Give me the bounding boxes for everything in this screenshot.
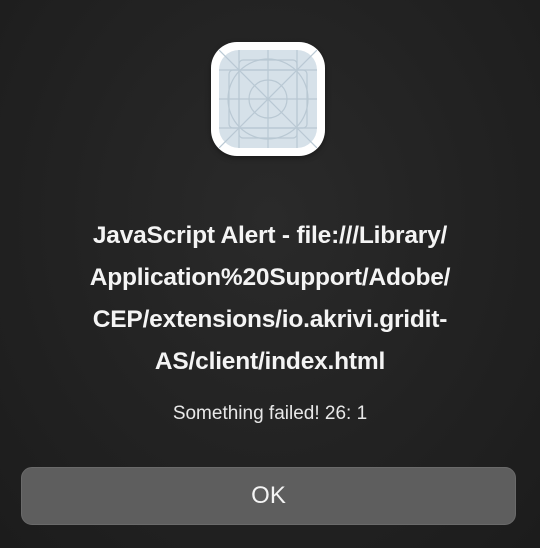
alert-message: Something failed! 26: 1 xyxy=(172,403,368,424)
generic-app-icon xyxy=(211,42,325,156)
alert-dialog: JavaScript Alert - file:///Library/ Appl… xyxy=(0,0,540,548)
alert-title-line: CEP/extensions/io.akrivi.gridit- xyxy=(92,306,448,333)
app-icon-template-graphic xyxy=(219,50,317,148)
alert-title: JavaScript Alert - file:///Library/ Appl… xyxy=(20,215,520,383)
alert-title-line: Application%20Support/Adobe/ xyxy=(89,264,451,291)
alert-title-line: JavaScript Alert - file:///Library/ xyxy=(92,222,448,249)
ok-button[interactable]: OK xyxy=(21,467,516,525)
ok-button-label: OK xyxy=(251,482,286,509)
alert-title-line: AS/client/index.html xyxy=(154,348,386,375)
